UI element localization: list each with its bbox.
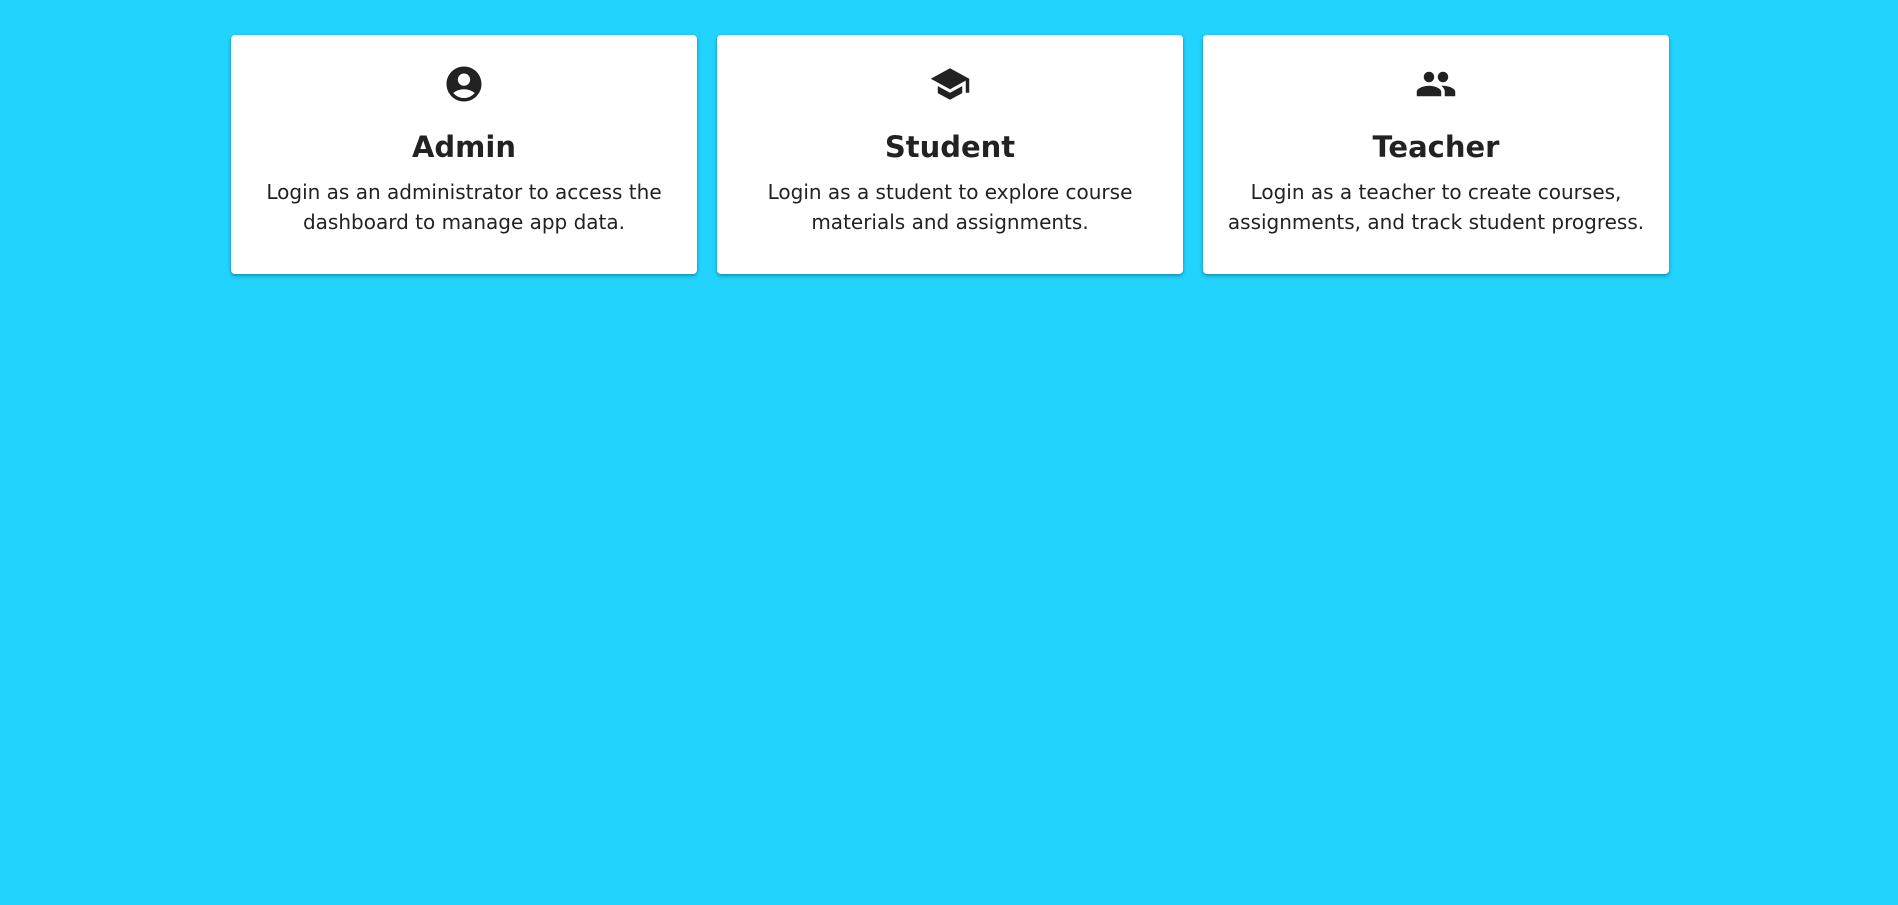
admin-card-description: Login as an administrator to access the … [266,180,662,234]
teacher-card[interactable]: Teacher Login as a teacher to create cou… [1203,35,1669,274]
people-icon [1415,63,1457,105]
admin-card-title: Admin [411,130,516,164]
role-selection-cards: Admin Login as an administrator to acces… [231,35,1669,274]
student-card-title: Student [884,130,1016,164]
admin-card[interactable]: Admin Login as an administrator to acces… [231,35,697,274]
teacher-card-description: Login as a teacher to create courses, as… [1227,180,1645,234]
teacher-card-title: Teacher [1372,130,1500,164]
graduation-cap-icon [929,63,971,105]
account-circle-icon [443,63,485,105]
student-card[interactable]: Student Login as a student to explore co… [717,35,1183,274]
student-card-description: Login as a student to explore course mat… [767,180,1133,234]
